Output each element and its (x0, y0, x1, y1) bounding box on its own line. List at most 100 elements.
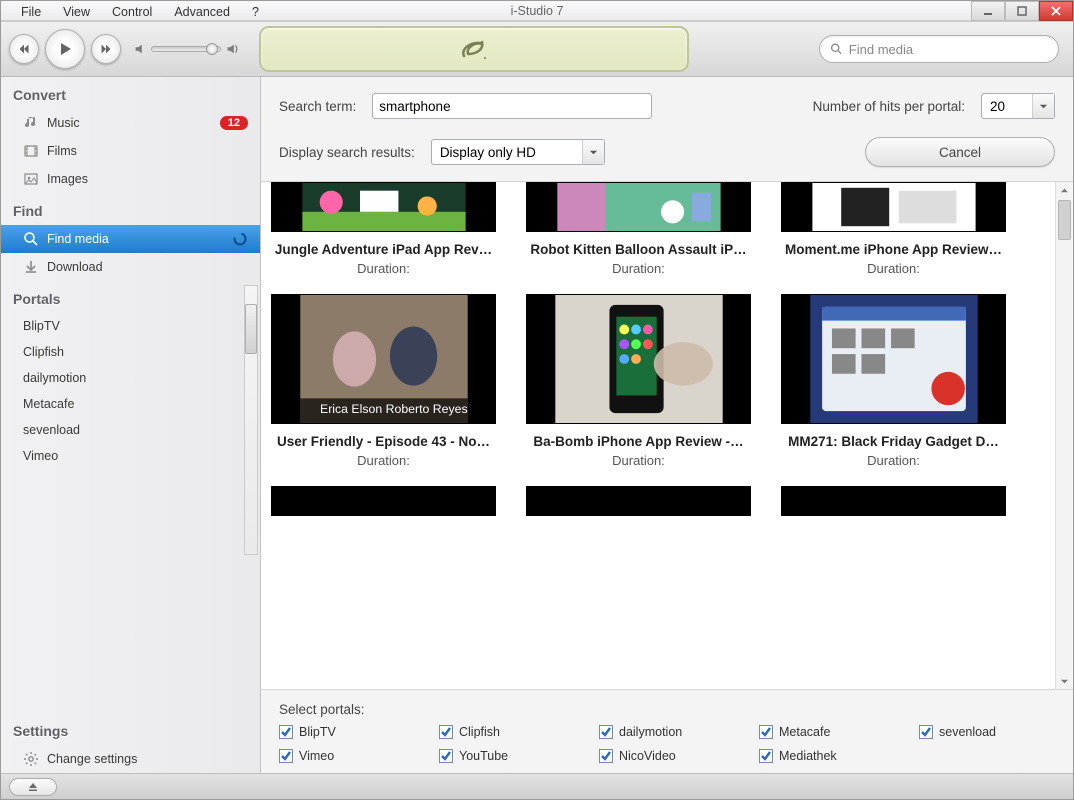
eject-button[interactable] (9, 778, 57, 796)
svg-text:Erica Elson Roberto Reyes: Erica Elson Roberto Reyes (320, 402, 468, 416)
app-window: File View Control Advanced ? i-Studio 7 (0, 0, 1074, 800)
portal-checkbox-mediathek[interactable]: Mediathek (759, 749, 879, 763)
result-card[interactable] (271, 486, 496, 516)
checkbox-label: Mediathek (779, 749, 837, 763)
scroll-up-icon[interactable] (1056, 182, 1073, 198)
portal-checkbox-metacafe[interactable]: Metacafe (759, 725, 879, 739)
chevron-down-icon[interactable] (1032, 94, 1054, 118)
play-button[interactable] (45, 29, 85, 69)
sidebar-item-films[interactable]: Films (1, 137, 260, 165)
portal-checkbox-clipfish[interactable]: Clipfish (439, 725, 559, 739)
portal-checkbox-vimeo[interactable]: Vimeo (279, 749, 399, 763)
result-duration: Duration: (867, 261, 920, 276)
result-thumbnail[interactable] (781, 182, 1006, 232)
result-duration: Duration: (612, 261, 665, 276)
sidebar-item-change-settings[interactable]: Change settings (1, 745, 260, 773)
search-icon (23, 231, 39, 247)
checkbox-label: BlipTV (299, 725, 336, 739)
sidebar-item-bliptv[interactable]: BlipTV (1, 313, 260, 339)
results-scrollbar[interactable] (1055, 182, 1073, 689)
result-card[interactable]: Robot Kitten Balloon Assault iP… Duratio… (526, 182, 751, 276)
scroll-down-icon[interactable] (1056, 673, 1073, 689)
result-thumbnail[interactable]: Erica Elson Roberto Reyes (271, 294, 496, 424)
result-thumbnail[interactable] (271, 182, 496, 232)
result-card[interactable] (526, 486, 751, 516)
sidebar-item-sevenload[interactable]: sevenload (1, 417, 260, 443)
volume-control[interactable] (133, 42, 239, 56)
cancel-button[interactable]: Cancel (865, 137, 1055, 167)
result-card[interactable]: Ba-Bomb iPhone App Review -… Duration: (526, 294, 751, 468)
sidebar-item-dailymotion[interactable]: dailymotion (1, 365, 260, 391)
sidebar-item-label: Films (47, 144, 77, 158)
result-card[interactable]: Erica Elson Roberto Reyes User Friendly … (271, 294, 496, 468)
sidebar-convert-title: Convert (1, 77, 260, 109)
close-button[interactable] (1039, 1, 1073, 21)
volume-slider[interactable] (151, 46, 221, 52)
result-thumbnail[interactable] (526, 486, 751, 516)
eject-icon (27, 781, 39, 793)
display-select[interactable] (431, 139, 605, 165)
hits-select[interactable] (981, 93, 1055, 119)
result-title: Robot Kitten Balloon Assault iP… (526, 242, 751, 257)
maximize-button[interactable] (1005, 1, 1039, 21)
portal-checkbox-sevenload[interactable]: sevenload (919, 725, 1039, 739)
minimize-button[interactable] (971, 1, 1005, 21)
display-value[interactable] (432, 140, 582, 164)
result-thumbnail[interactable] (781, 294, 1006, 424)
result-thumbnail[interactable] (781, 486, 1006, 516)
sidebar-item-clipfish[interactable]: Clipfish (1, 339, 260, 365)
statusbar (1, 773, 1073, 799)
sidebar-item-images[interactable]: Images (1, 165, 260, 193)
checkbox-label: YouTube (459, 749, 508, 763)
sidebar-item-music[interactable]: Music 12 (1, 109, 260, 137)
sidebar: Convert Music 12 Films Images Find Find … (1, 77, 261, 773)
result-thumbnail[interactable] (526, 294, 751, 424)
portal-checkbox-bliptv[interactable]: BlipTV (279, 725, 399, 739)
sidebar-find-title: Find (1, 193, 260, 225)
hits-value[interactable] (982, 94, 1032, 118)
menu-advanced[interactable]: Advanced (164, 3, 240, 21)
result-card[interactable]: MM271: Black Friday Gadget D… Duration: (781, 294, 1006, 468)
sidebar-scrollbar[interactable] (244, 285, 258, 555)
result-duration: Duration: (867, 453, 920, 468)
portal-checkbox-dailymotion[interactable]: dailymotion (599, 725, 719, 739)
sidebar-item-label: Images (47, 172, 88, 186)
search-term-input[interactable] (372, 93, 652, 119)
menubar: File View Control Advanced ? (1, 1, 279, 23)
result-duration: Duration: (357, 261, 410, 276)
chevron-down-icon[interactable] (582, 140, 604, 164)
find-media-search[interactable] (819, 35, 1059, 63)
sidebar-item-metacafe[interactable]: Metacafe (1, 391, 260, 417)
brand-logo-icon (454, 34, 494, 64)
gear-icon (23, 751, 39, 767)
sidebar-item-find-media[interactable]: Find media (1, 225, 260, 253)
result-card[interactable] (781, 486, 1006, 516)
result-card[interactable]: Jungle Adventure iPad App Rev… Duration: (271, 182, 496, 276)
sidebar-item-label: Music (47, 116, 80, 130)
menu-file[interactable]: File (11, 3, 51, 21)
sidebar-item-label: dailymotion (23, 371, 86, 385)
portal-checkbox-nicovideo[interactable]: NicoVideo (599, 749, 719, 763)
sidebar-item-download[interactable]: Download (1, 253, 260, 281)
menu-help[interactable]: ? (242, 3, 269, 21)
result-thumbnail[interactable] (271, 486, 496, 516)
hits-label: Number of hits per portal: (813, 99, 965, 114)
sidebar-item-label: Change settings (47, 752, 137, 766)
sidebar-portals-title: Portals (1, 281, 260, 313)
result-thumbnail[interactable] (526, 182, 751, 232)
menu-view[interactable]: View (53, 3, 100, 21)
next-button[interactable] (91, 34, 121, 64)
titlebar: File View Control Advanced ? i-Studio 7 (1, 1, 1073, 21)
checkbox-label: sevenload (939, 725, 996, 739)
film-icon (23, 143, 39, 159)
find-media-input[interactable] (849, 42, 1048, 57)
scrollbar-thumb[interactable] (1058, 200, 1071, 240)
sidebar-item-vimeo[interactable]: Vimeo (1, 443, 260, 469)
window-controls (971, 1, 1073, 21)
menu-control[interactable]: Control (102, 3, 162, 21)
portal-checkbox-youtube[interactable]: YouTube (439, 749, 559, 763)
result-card[interactable]: Moment.me iPhone App Review… Duration: (781, 182, 1006, 276)
result-duration: Duration: (357, 453, 410, 468)
prev-button[interactable] (9, 34, 39, 64)
result-duration: Duration: (612, 453, 665, 468)
